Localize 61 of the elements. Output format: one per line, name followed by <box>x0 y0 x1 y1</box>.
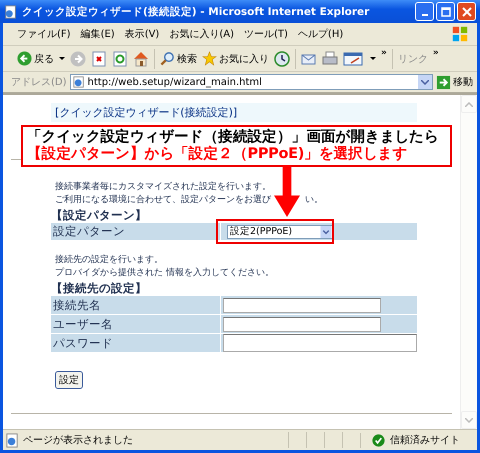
field-label: 設定パターン <box>51 223 221 240</box>
menu-item[interactable]: ヘルプ(H) <box>298 27 344 41</box>
field-label: パスワード <box>51 334 221 352</box>
page-icon <box>72 76 85 88</box>
window-title: クイック設定ウィザード(接続設定) - Microsoft Internet Explorer <box>22 4 370 18</box>
close-icon <box>462 6 472 16</box>
star-icon <box>202 51 217 66</box>
toolbar-overflow-button[interactable]: » <box>381 48 387 58</box>
go-arrow-icon <box>436 74 451 90</box>
status-text: ページが表示されました <box>23 434 133 447</box>
address-label: アドレス(D) <box>11 76 67 89</box>
favorites-button[interactable]: お気に入り <box>202 51 269 66</box>
section-heading: 【設定パターン】 <box>51 208 148 223</box>
maximize-button[interactable] <box>436 2 455 21</box>
address-dropdown-button[interactable] <box>418 75 432 89</box>
submit-button[interactable]: 設定 <box>55 371 83 389</box>
go-button[interactable]: 移動 <box>436 74 477 90</box>
history-button[interactable] <box>274 50 290 66</box>
edit-button[interactable] <box>343 50 365 66</box>
search-button[interactable]: 検索 <box>160 51 197 66</box>
check-icon <box>371 432 386 448</box>
maximize-icon <box>440 6 450 16</box>
print-button[interactable] <box>322 50 338 66</box>
field-label: 接続先名 <box>51 296 221 314</box>
section-heading: 【接続先の設定】 <box>51 281 148 296</box>
menu-item[interactable]: ツール(T) <box>244 27 288 41</box>
search-icon <box>160 51 175 66</box>
minimize-icon <box>422 14 428 16</box>
input-field[interactable] <box>223 298 381 312</box>
input-field[interactable] <box>223 334 417 352</box>
dropdown-arrow-icon[interactable] <box>59 56 65 60</box>
description-text: 接続事業者毎にカスタマイズされた設定を行います。 <box>55 181 271 194</box>
menu-item[interactable]: ファイル(F) <box>17 27 71 41</box>
page-icon <box>5 432 20 448</box>
links-overflow-button[interactable]: » <box>432 48 439 58</box>
description-text: い。 <box>305 194 323 207</box>
refresh-button[interactable] <box>112 50 128 66</box>
home-button[interactable] <box>133 50 149 66</box>
description-text: プロバイダから提供された 情報を入力してください。 <box>55 267 275 280</box>
menu-item[interactable]: お気に入り(A) <box>169 27 234 41</box>
security-zone: 信頼済みサイト <box>360 432 477 448</box>
back-button[interactable]: 戻る <box>17 51 54 66</box>
stop-button[interactable] <box>91 50 107 66</box>
pattern-select[interactable]: 設定2(PPPoE) <box>227 224 333 238</box>
callout-text: 【設定パターン】から「設定２（PPPoE)」を選択します <box>27 146 408 163</box>
field-label: ユーザー名 <box>51 315 221 333</box>
input-field[interactable] <box>223 316 381 332</box>
close-button[interactable] <box>457 2 476 21</box>
down-arrow <box>274 165 300 217</box>
minimize-button[interactable] <box>415 2 434 21</box>
menu-item[interactable]: 編集(E) <box>80 27 115 41</box>
callout-text: 「クイック設定ウィザード（接続設定）」画面が開きましたら <box>27 129 440 146</box>
description-text: 接続先の設定を行います。 <box>55 254 164 267</box>
address-field[interactable]: http://web.setup/wizard_main.html <box>70 74 433 90</box>
description-text: ご利用になる環境に合わせて、設定パターンをお選び <box>55 194 271 207</box>
menu-item[interactable]: 表示(V) <box>124 27 160 41</box>
dropdown-arrow-icon[interactable] <box>370 56 376 60</box>
chevron-down-icon <box>421 80 429 84</box>
browser-icon <box>4 4 18 18</box>
windows-logo-icon <box>451 25 469 43</box>
page-heading: [クイック設定ウィザード(接続設定)] <box>51 103 417 122</box>
